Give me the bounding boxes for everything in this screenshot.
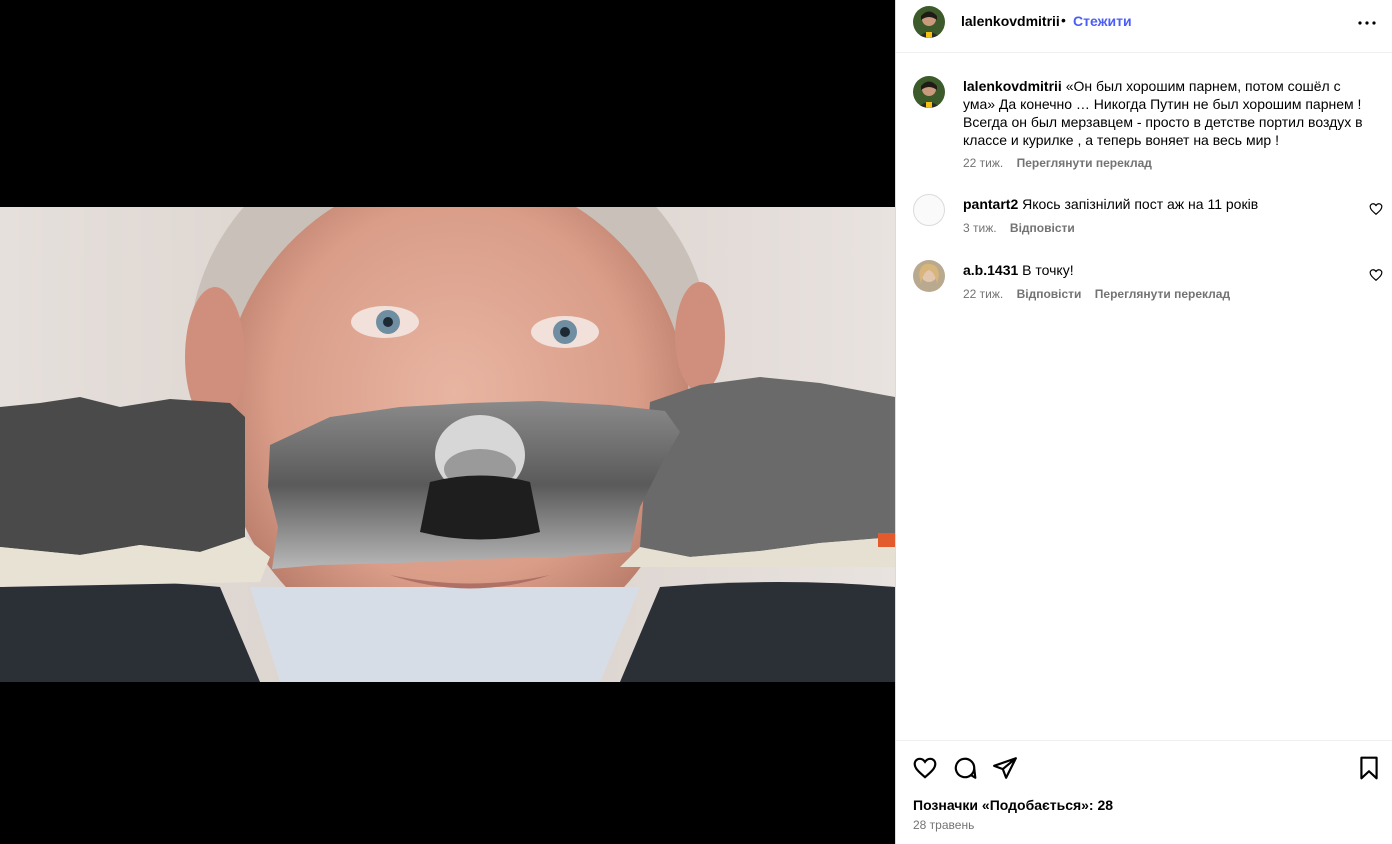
comment-like-heart-icon[interactable]: [1369, 268, 1383, 282]
caption-time[interactable]: 22 тиж.: [963, 156, 1003, 170]
comment-text: В точку!: [1022, 262, 1074, 278]
post-image: [0, 207, 895, 682]
comment-username[interactable]: pantart2: [963, 196, 1018, 212]
comment-time[interactable]: 22 тиж.: [963, 287, 1003, 301]
comment-text-block: a.b.1431 В точку!: [963, 261, 1373, 279]
separator-dot: •: [1061, 12, 1066, 28]
bookmark-icon[interactable]: [1356, 755, 1382, 781]
post-side-panel: lalenkovdmitrii • Стежити lalenkovdmitri…: [895, 0, 1392, 844]
share-icon[interactable]: [992, 755, 1018, 781]
comment-meta: 3 тиж. Відповісти: [963, 221, 1085, 235]
heart-icon[interactable]: [912, 755, 938, 781]
follow-button[interactable]: Стежити: [1073, 13, 1132, 29]
caption-avatar[interactable]: [913, 76, 945, 108]
instagram-post-view: lalenkovdmitrii • Стежити lalenkovdmitri…: [0, 0, 1392, 844]
caption-text-block: lalenkovdmitrii «Он был хорошим парнем, …: [963, 77, 1373, 149]
comment-avatar[interactable]: [913, 260, 945, 292]
comment-translate-link[interactable]: Переглянути переклад: [1095, 287, 1230, 301]
comment-time[interactable]: 3 тиж.: [963, 221, 997, 235]
comment-icon[interactable]: [952, 755, 978, 781]
post-media[interactable]: [0, 0, 895, 844]
author-username[interactable]: lalenkovdmitrii: [961, 13, 1060, 29]
comment-username[interactable]: a.b.1431: [963, 262, 1018, 278]
post-header: lalenkovdmitrii • Стежити: [896, 0, 1392, 53]
caption-username[interactable]: lalenkovdmitrii: [963, 78, 1062, 94]
comment-reply-link[interactable]: Відповісти: [1017, 287, 1082, 301]
comment-text: Якось запізнілий пост аж на 11 років: [1022, 196, 1259, 212]
caption-translate-link[interactable]: Переглянути переклад: [1017, 156, 1152, 170]
comment-text-block: pantart2 Якось запізнілий пост аж на 11 …: [963, 195, 1373, 213]
likes-count[interactable]: Позначки «Подобається»: 28: [913, 797, 1113, 813]
author-avatar[interactable]: [913, 6, 945, 38]
post-date[interactable]: 28 травень: [913, 818, 974, 832]
comment-reply-link[interactable]: Відповісти: [1010, 221, 1075, 235]
post-actions-footer: Позначки «Подобається»: 28 28 травень: [896, 740, 1392, 844]
comment-avatar[interactable]: [913, 194, 945, 226]
comment-like-heart-icon[interactable]: [1369, 202, 1383, 216]
more-options-icon[interactable]: [1355, 11, 1379, 35]
caption-meta: 22 тиж. Переглянути переклад: [963, 156, 1162, 170]
comment-meta: 22 тиж. Відповісти Переглянути переклад: [963, 287, 1240, 301]
